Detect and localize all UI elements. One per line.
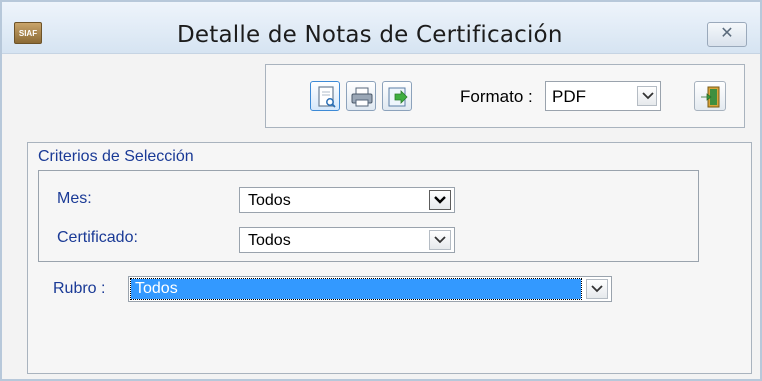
siaf-app-icon: SIAF: [14, 22, 42, 44]
chevron-down-icon: [434, 196, 446, 204]
certificate-label: Certificado:: [57, 229, 138, 246]
month-certificate-group: Mes: Todos Certificado: Todos: [38, 170, 699, 262]
export-icon: [388, 87, 408, 107]
report-window: SIAF Detalle de Notas de Certificación ✕: [0, 0, 762, 381]
exit-door-icon: [701, 86, 720, 108]
printer-icon: [351, 87, 373, 107]
rubro-label: Rubro :: [53, 280, 106, 297]
format-select[interactable]: PDF: [545, 81, 661, 111]
month-select[interactable]: Todos: [239, 187, 455, 213]
exit-button[interactable]: [694, 81, 726, 111]
export-button[interactable]: [382, 81, 412, 111]
toolbar-panel: Formato : PDF: [265, 64, 745, 128]
preview-icon: [318, 86, 336, 108]
preview-button[interactable]: [310, 81, 340, 111]
chevron-down-icon: [591, 285, 603, 293]
certificate-dropdown-button[interactable]: [429, 230, 451, 250]
chevron-down-icon: [434, 236, 446, 244]
month-label: Mes:: [57, 190, 92, 207]
format-value: PDF: [552, 87, 586, 106]
selection-criteria-panel: Criterios de Selección Mes: Todos Certif…: [27, 142, 752, 374]
rubro-value: Todos: [130, 278, 582, 300]
print-button[interactable]: [346, 81, 376, 111]
selection-criteria-title: Criterios de Selección: [38, 148, 194, 165]
month-value: Todos: [248, 192, 291, 209]
certificate-value: Todos: [248, 232, 291, 249]
chevron-down-icon: [642, 92, 654, 100]
window-title: Detalle de Notas de Certificación: [177, 22, 563, 48]
rubro-dropdown-button[interactable]: [586, 279, 608, 299]
title-bar: SIAF Detalle de Notas de Certificación ✕: [2, 2, 760, 54]
rubro-select[interactable]: Todos: [128, 276, 612, 302]
certificate-select[interactable]: Todos: [239, 227, 455, 253]
close-button[interactable]: ✕: [707, 22, 747, 47]
format-label: Formato :: [460, 87, 533, 106]
format-dropdown-button[interactable]: [637, 86, 657, 106]
month-dropdown-button[interactable]: [429, 190, 451, 210]
